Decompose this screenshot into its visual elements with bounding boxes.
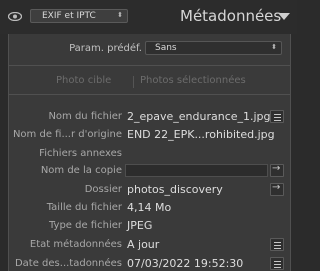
chevron-updown-icon: ⬍ <box>117 11 123 19</box>
sidecars-label: Fichiers annexes <box>39 148 122 159</box>
file-type-label: Type de fichier <box>48 220 122 231</box>
file-name-label: Nom du fichier <box>48 111 122 122</box>
arrow-right-icon[interactable]: → <box>270 163 284 177</box>
folder-label: Dossier <box>84 184 122 195</box>
capture-date-label: Date des...tadonnées <box>14 258 122 269</box>
metadata-status-value: A jour <box>127 238 160 251</box>
triangle-down-icon[interactable] <box>278 13 290 20</box>
tab-separator <box>133 76 134 88</box>
defaults-dropdown[interactable]: Sans ⬍ <box>145 41 282 55</box>
panel-header: EXIF et IPTC ⬍ Métadonnées <box>0 0 297 34</box>
file-size-value: 4,14 Mo <box>127 201 172 214</box>
list-icon[interactable] <box>270 238 284 251</box>
file-name-value[interactable]: 2_epave_endurance_1.jpg <box>127 110 271 123</box>
capture-date-value: 07/03/2022 19:52:30 <box>127 257 244 270</box>
original-name-label: Nom de fi...r d'origine <box>12 129 122 140</box>
copy-name-field[interactable] <box>125 164 268 177</box>
metadata-status-label: Etat métadonnées <box>29 239 122 250</box>
eye-icon[interactable] <box>8 12 22 21</box>
tab-selected-photos[interactable]: Photos sélectionnées <box>140 75 246 86</box>
chevron-updown-icon: ⬍ <box>271 43 277 51</box>
metadata-preset-dropdown[interactable]: EXIF et IPTC ⬍ <box>30 9 128 23</box>
folder-value: photos_discovery <box>127 183 223 196</box>
original-name-value: END 22_EPK...rohibited.jpg <box>127 128 275 141</box>
target-tabs: Photo cible Photos sélectionnées <box>8 68 291 94</box>
panel-title: Métadonnées <box>180 7 282 25</box>
file-size-label: Taille du fichier <box>46 202 122 213</box>
copy-name-label: Nom de la copie <box>40 165 122 176</box>
tab-target-photo[interactable]: Photo cible <box>56 75 111 86</box>
list-icon[interactable] <box>270 257 284 270</box>
divider <box>8 94 291 95</box>
list-icon[interactable] <box>270 110 284 123</box>
defaults-label: Param. prédéf. <box>69 43 142 54</box>
defaults-value: Sans <box>155 43 177 53</box>
divider <box>8 65 291 66</box>
arrow-right-icon[interactable]: → <box>270 182 284 196</box>
metadata-preset-label: EXIF et IPTC <box>42 11 96 21</box>
metadata-panel: Param. prédéf. Sans ⬍ Photo cible Photos… <box>0 34 297 271</box>
file-type-value: JPEG <box>127 219 153 232</box>
